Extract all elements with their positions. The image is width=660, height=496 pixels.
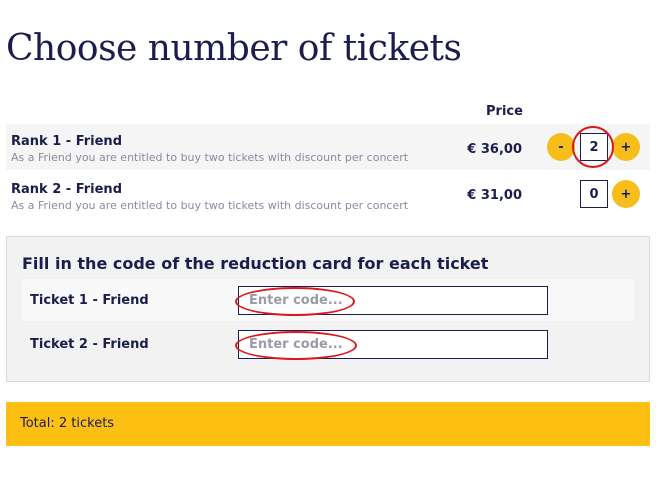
rank-name: Rank 1 - Friend — [11, 134, 122, 149]
rank-price: € 36,00 — [467, 142, 522, 157]
reduction-codes-panel: Fill in the code of the reduction card f… — [6, 236, 650, 382]
quantity-value[interactable]: 2 — [580, 133, 608, 161]
ticket-code-label: Ticket 2 - Friend — [30, 337, 149, 352]
reduction-codes-title: Fill in the code of the reduction card f… — [22, 254, 489, 273]
ticket-code-input[interactable] — [238, 286, 548, 315]
total-tickets-text: Total: 2 tickets — [20, 416, 115, 431]
total-bar: Total: 2 tickets — [6, 402, 650, 446]
ticket-code-label: Ticket 1 - Friend — [30, 293, 149, 308]
ticket-rank-row-2: Rank 2 - Friend As a Friend you are enti… — [6, 172, 650, 218]
rank-description: As a Friend you are entitled to buy two … — [11, 199, 409, 212]
ticket-code-row-2: Ticket 2 - Friend — [22, 323, 634, 365]
decrease-quantity-button[interactable]: - — [547, 133, 575, 161]
price-column-header: Price — [486, 104, 523, 119]
rank-price: € 31,00 — [467, 188, 522, 203]
page-title: Choose number of tickets — [6, 28, 462, 69]
quantity-value[interactable]: 0 — [580, 180, 608, 208]
ticket-code-input[interactable] — [238, 330, 548, 359]
ticket-rank-row-1: Rank 1 - Friend As a Friend you are enti… — [6, 124, 650, 170]
rank-description: As a Friend you are entitled to buy two … — [11, 151, 409, 164]
increase-quantity-button[interactable]: + — [612, 133, 640, 161]
increase-quantity-button[interactable]: + — [612, 180, 640, 208]
ticket-code-row-1: Ticket 1 - Friend — [22, 279, 634, 321]
rank-name: Rank 2 - Friend — [11, 182, 122, 197]
